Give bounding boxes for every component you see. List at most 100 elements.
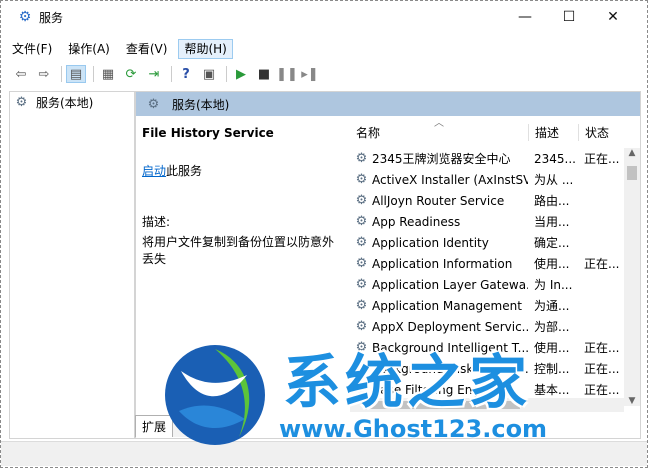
help-icon[interactable]: ? <box>176 65 196 83</box>
service-desc: 2345... <box>534 151 576 166</box>
service-gear-icon: ⚙ <box>355 340 368 355</box>
service-row[interactable]: ⚙ Background Intelligent T... 使用... 正在... <box>350 337 624 358</box>
tree-item-services-local[interactable]: ⚙ 服务(本地) <box>14 94 94 111</box>
service-rows: ⚙ 2345王牌浏览器安全中心 2345... 正在... ⚙ ActiveX Insta… <box>350 148 624 400</box>
service-detail: File History Service 启动此服务 描述: 将用户文件复制到备… <box>142 126 342 268</box>
window: ⚙ 服务 — ☐ ✕ 文件(F) 操作(A) 查看(V) 帮助(H) ⇦ ⇨ ▤… <box>0 0 648 468</box>
list-header: ︿ 名称 描述 状态 <box>350 118 640 146</box>
column-header-desc[interactable]: 描述 <box>528 123 578 141</box>
service-row[interactable]: ⚙ Application Information 使用... 正在... <box>350 253 624 274</box>
service-desc: 当用... <box>534 215 570 229</box>
back-arrow-icon[interactable]: ⇦ <box>11 65 31 83</box>
service-name: Background Tasks Infras... <box>372 361 528 376</box>
service-status: 正在... <box>584 152 620 166</box>
restart-service-icon[interactable]: ▸❚ <box>300 65 320 83</box>
service-desc: 为 In... <box>534 278 573 292</box>
service-row[interactable]: ⚙ Base Filtering Engine 基本... 正在... <box>350 379 624 400</box>
service-gear-icon: ⚙ <box>355 277 368 292</box>
sort-ascending-icon: ︿ <box>434 118 444 129</box>
close-button[interactable]: ✕ <box>591 5 635 29</box>
service-status: 正在... <box>584 383 620 397</box>
toolbar-separator <box>93 66 94 82</box>
export-list-icon[interactable]: ⇥ <box>144 65 164 83</box>
service-gear-icon: ⚙ <box>355 214 368 229</box>
service-name: App Readiness <box>372 214 461 229</box>
pane-header: ⚙ 服务(本地) <box>136 92 640 116</box>
toolbar-separator <box>226 66 227 82</box>
forward-arrow-icon[interactable]: ⇨ <box>34 65 54 83</box>
service-name-cell: ⚙ Application Identity <box>350 235 528 250</box>
service-name: ActiveX Installer (AxInstSV) <box>372 172 528 187</box>
menu-action[interactable]: 操作(A) <box>63 39 115 59</box>
toolbar-separator <box>61 66 62 82</box>
service-gear-icon: ⚙ <box>355 382 368 397</box>
start-service-suffix: 此服务 <box>166 164 203 178</box>
service-row[interactable]: ⚙ AppX Deployment Servic... 为部... <box>350 316 624 337</box>
horizontal-scroll-thumb[interactable] <box>370 401 520 409</box>
maximize-button[interactable]: ☐ <box>547 5 591 29</box>
service-name: Base Filtering Engine <box>372 382 499 397</box>
service-status: 正在... <box>584 341 620 355</box>
tab-standard[interactable]: 标准 <box>172 415 211 437</box>
minimize-button[interactable]: — <box>503 5 547 29</box>
pane-header-title: 服务(本地) <box>172 97 230 112</box>
service-name-cell: ⚙ AllJoyn Router Service <box>350 193 528 208</box>
start-service-icon[interactable]: ▶ <box>231 65 251 83</box>
service-name-cell: ⚙ Background Intelligent T... <box>350 340 528 355</box>
scroll-up-icon[interactable]: ▲ <box>624 148 640 158</box>
action-pane-icon[interactable]: ▣ <box>199 65 219 83</box>
service-row[interactable]: ⚙ 2345王牌浏览器安全中心 2345... 正在... <box>350 148 624 169</box>
service-gear-icon: ⚙ <box>355 172 368 187</box>
refresh-icon[interactable]: ⟳ <box>121 65 141 83</box>
menu-file[interactable]: 文件(F) <box>7 39 57 59</box>
service-name-cell: ⚙ Background Tasks Infras... <box>350 361 528 376</box>
window-controls: — ☐ ✕ <box>503 5 635 29</box>
service-name: AppX Deployment Servic... <box>372 319 528 334</box>
horizontal-scrollbar[interactable] <box>350 398 624 412</box>
service-name: Application Layer Gatewa... <box>372 277 528 292</box>
service-name-cell: ⚙ 2345王牌浏览器安全中心 <box>350 150 528 167</box>
tree-item-label: 服务(本地) <box>36 96 94 110</box>
service-name-cell: ⚙ Application Layer Gatewa... <box>350 277 528 292</box>
service-desc: 确定... <box>534 236 570 250</box>
window-title: 服务 <box>39 10 64 25</box>
service-desc: 为部... <box>534 320 570 334</box>
service-name: Application Identity <box>372 235 489 250</box>
service-desc: 为从 ... <box>534 173 574 187</box>
column-header-name-label: 名称 <box>356 125 381 140</box>
service-status: 正在... <box>584 362 620 376</box>
tab-extended[interactable]: 扩展 <box>135 415 174 437</box>
scroll-down-icon[interactable]: ▼ <box>624 396 640 406</box>
menu-help[interactable]: 帮助(H) <box>178 39 233 59</box>
service-gear-icon: ⚙ <box>355 361 368 376</box>
service-row[interactable]: ⚙ Application Layer Gatewa... 为 In... <box>350 274 624 295</box>
selected-service-name: File History Service <box>142 126 274 140</box>
service-status: 正在... <box>584 257 620 271</box>
service-name-cell: ⚙ AppX Deployment Servic... <box>350 319 528 334</box>
properties-icon[interactable]: ▦ <box>98 65 118 83</box>
service-row[interactable]: ⚙ Background Tasks Infras... 控制... 正在... <box>350 358 624 379</box>
column-header-status[interactable]: 状态 <box>578 123 624 141</box>
service-row[interactable]: ⚙ Application Management 为通... <box>350 295 624 316</box>
service-row[interactable]: ⚙ AllJoyn Router Service 路由... <box>350 190 624 211</box>
service-row[interactable]: ⚙ App Readiness 当用... <box>350 211 624 232</box>
view-tabs: 扩展 标准 <box>135 415 211 437</box>
pause-service-icon[interactable]: ❚❚ <box>276 65 298 83</box>
console-tree-icon[interactable]: ▤ <box>66 65 86 83</box>
stop-service-icon[interactable]: ■ <box>254 65 274 83</box>
start-service-link[interactable]: 启动 <box>142 164 166 178</box>
menu-bar: 文件(F) 操作(A) 查看(V) 帮助(H) <box>1 39 647 59</box>
menu-view[interactable]: 查看(V) <box>121 39 173 59</box>
service-row[interactable]: ⚙ ActiveX Installer (AxInstSV) 为从 ... <box>350 169 624 190</box>
column-header-name[interactable]: ︿ 名称 <box>350 118 528 141</box>
service-name: Application Information <box>372 256 513 271</box>
services-gear-icon: ⚙ <box>15 95 28 110</box>
service-gear-icon: ⚙ <box>355 151 368 166</box>
service-desc: 使用... <box>534 257 570 271</box>
vertical-scrollbar[interactable]: ▲ ▼ <box>624 148 640 406</box>
toolbar-separator <box>171 66 172 82</box>
service-row[interactable]: ⚙ Application Identity 确定... <box>350 232 624 253</box>
service-name-cell: ⚙ App Readiness <box>350 214 528 229</box>
scroll-thumb[interactable] <box>627 166 637 180</box>
services-list: ︿ 名称 描述 状态 ⚙ 2345王牌浏览器安全中心 2345... 正在... ⚙ Ac… <box>350 118 640 406</box>
